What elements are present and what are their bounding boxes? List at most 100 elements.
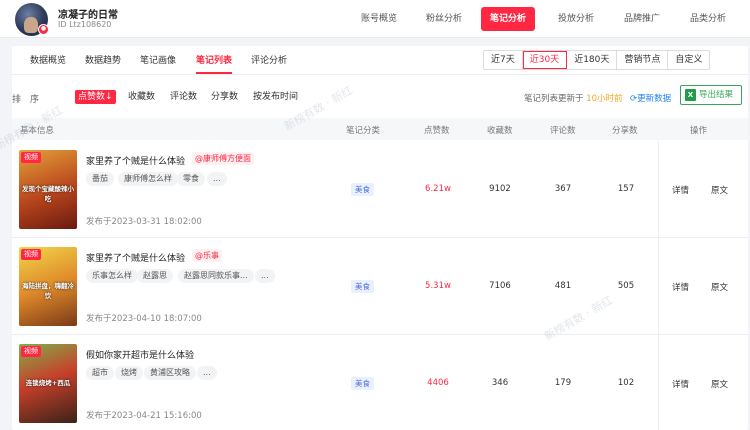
user-name: 凉凝子的日常 xyxy=(58,10,118,21)
range-180d[interactable]: 近180天 xyxy=(567,51,618,69)
shares-count: 102 xyxy=(617,378,635,388)
topic-tag[interactable]: 乐事怎么样 xyxy=(86,269,138,283)
actions-cell: 详情 原文 xyxy=(658,238,748,335)
tab-divider xyxy=(12,74,748,75)
topic-tag[interactable]: 赵露思同款乐事... xyxy=(178,269,254,283)
update-time: 10小时前 xyxy=(586,94,623,104)
favorites-count: 346 xyxy=(491,378,509,388)
tab-data-overview[interactable]: 数据概览 xyxy=(30,53,66,69)
table-row: 视频 连锁烧烤+西瓜 假如你家开超市是什么体验 超市 烧烤 黄浦区攻略 ... … xyxy=(12,335,748,430)
publish-date: 发布于2023-04-21 15:16:00 xyxy=(86,411,202,421)
nav-brand-promotion[interactable]: 品牌推广 xyxy=(615,7,669,31)
detail-link[interactable]: 详情 xyxy=(672,378,689,390)
sort-favorites[interactable]: 收藏数 xyxy=(125,90,158,104)
th-shares: 分享数 xyxy=(612,126,638,136)
video-tag: 视频 xyxy=(21,346,41,357)
likes-count: 6.21w xyxy=(425,184,451,194)
range-custom[interactable]: 自定义 xyxy=(668,51,709,69)
table-header: 基本信息 笔记分类 点赞数 收藏数 评论数 分享数 操作 xyxy=(12,118,748,140)
table-row: 视频 海陆拼盘，嗨翻冷饮 家里养了个贼是什么体验 @乐事 乐事怎么样 赵露思 赵… xyxy=(12,238,748,335)
topic-tag[interactable]: 零食 xyxy=(177,172,205,186)
range-marketing-node[interactable]: 营销节点 xyxy=(617,51,669,69)
sort-comments[interactable]: 评论数 xyxy=(167,90,200,104)
original-link[interactable]: 原文 xyxy=(711,378,728,390)
tab-data-trend[interactable]: 数据趋势 xyxy=(85,53,121,69)
nav-account-overview[interactable]: 账号概览 xyxy=(352,7,406,31)
detail-link[interactable]: 详情 xyxy=(672,184,689,196)
comments-count: 179 xyxy=(554,378,572,388)
top-header: ● 凉凝子的日常 ID Ltz108620 账号概览 粉丝分析 笔记分析 投放分… xyxy=(0,0,750,38)
nav-category-analysis[interactable]: 品类分析 xyxy=(681,7,735,31)
publish-date: 发布于2023-03-31 18:02:00 xyxy=(86,217,202,227)
note-thumbnail[interactable]: 视频 发现个宝藏酸辣小吃 xyxy=(19,150,77,229)
more-tags[interactable]: ... xyxy=(197,366,217,380)
excel-icon: X xyxy=(685,89,696,101)
update-status: 笔记列表更新于 10小时前 xyxy=(524,92,623,104)
th-favorites: 收藏数 xyxy=(487,126,513,136)
likes-count: 4406 xyxy=(427,378,449,388)
refresh-button[interactable]: ⟳更新数据 xyxy=(630,92,671,104)
favorites-count: 9102 xyxy=(489,184,511,194)
actions-cell: 详情 原文 xyxy=(658,141,748,238)
topic-tag[interactable]: 番茄 xyxy=(86,172,114,186)
comments-count: 367 xyxy=(554,184,572,194)
category-badge: 美食 xyxy=(351,183,374,196)
sort-publish-time[interactable]: 按发布时间 xyxy=(250,90,301,104)
publish-date: 发布于2023-04-10 18:07:00 xyxy=(86,314,202,324)
sort-label: 排 序 xyxy=(12,95,40,105)
update-prefix: 笔记列表更新于 xyxy=(524,94,584,104)
sort-likes[interactable]: 点赞数↓ xyxy=(75,90,116,104)
nav-fans-analysis[interactable]: 粉丝分析 xyxy=(417,7,471,31)
thumbnail-caption: 发现个宝藏酸辣小吃 xyxy=(22,185,74,203)
shares-count: 505 xyxy=(617,281,635,291)
tab-note-profile[interactable]: 笔记画像 xyxy=(140,53,176,69)
main-card: 数据概览 数据趋势 笔记画像 笔记列表 评论分析 近7天 近30天 近180天 … xyxy=(12,46,748,430)
detail-link[interactable]: 详情 xyxy=(672,281,689,293)
brand-mention[interactable]: @乐事 xyxy=(192,249,222,262)
red-badge-icon: ● xyxy=(38,24,49,35)
favorites-count: 7106 xyxy=(489,281,511,291)
shares-count: 157 xyxy=(617,184,635,194)
note-thumbnail[interactable]: 视频 海陆拼盘，嗨翻冷饮 xyxy=(19,247,77,326)
date-range-selector: 近7天 近30天 近180天 营销节点 自定义 xyxy=(483,50,711,70)
nav-ad-analysis[interactable]: 投放分析 xyxy=(549,7,603,31)
export-label: 导出结果 xyxy=(699,90,734,100)
th-category: 笔记分类 xyxy=(346,126,381,136)
th-actions: 操作 xyxy=(690,126,708,136)
table-row: 视频 发现个宝藏酸辣小吃 家里养了个贼是什么体验 @康师傅方便面 番茄 康师傅怎… xyxy=(12,141,748,238)
likes-count: 5.31w xyxy=(425,281,451,291)
tab-comment-analysis[interactable]: 评论分析 xyxy=(251,53,287,69)
comments-count: 481 xyxy=(554,281,572,291)
note-title[interactable]: 家里养了个贼是什么体验 xyxy=(86,251,185,264)
note-thumbnail[interactable]: 视频 连锁烧烤+西瓜 xyxy=(19,344,77,423)
range-30d[interactable]: 近30天 xyxy=(522,51,568,69)
more-tags[interactable]: ... xyxy=(207,172,227,186)
refresh-label: 更新数据 xyxy=(637,94,672,104)
export-button[interactable]: X 导出结果 xyxy=(680,85,742,105)
thumbnail-caption: 连锁烧烤+西瓜 xyxy=(25,379,71,387)
category-badge: 美食 xyxy=(351,280,374,293)
video-tag: 视频 xyxy=(21,152,41,163)
note-title[interactable]: 家里养了个贼是什么体验 xyxy=(86,154,185,167)
thumbnail-caption: 海陆拼盘，嗨翻冷饮 xyxy=(22,282,74,300)
topic-tag[interactable]: 赵露思 xyxy=(137,269,173,283)
th-comments: 评论数 xyxy=(550,126,576,136)
topic-tag[interactable]: 康师傅怎么样 xyxy=(118,172,178,186)
tab-note-list[interactable]: 笔记列表 xyxy=(196,53,233,74)
topic-tag[interactable]: 烧烤 xyxy=(115,366,143,380)
note-title[interactable]: 假如你家开超市是什么体验 xyxy=(86,348,194,361)
video-tag: 视频 xyxy=(21,249,41,260)
topic-tag[interactable]: 黄浦区攻略 xyxy=(144,366,196,380)
th-basic-info: 基本信息 xyxy=(20,126,55,136)
original-link[interactable]: 原文 xyxy=(711,281,728,293)
th-likes: 点赞数 xyxy=(424,126,450,136)
nav-note-analysis[interactable]: 笔记分析 xyxy=(481,7,536,31)
topic-tag[interactable]: 超市 xyxy=(86,366,114,380)
sort-shares[interactable]: 分享数 xyxy=(208,90,241,104)
original-link[interactable]: 原文 xyxy=(711,184,728,196)
actions-cell: 详情 原文 xyxy=(658,335,748,430)
brand-mention[interactable]: @康师傅方便面 xyxy=(192,152,254,165)
user-id: ID Ltz108620 xyxy=(58,20,112,29)
more-tags[interactable]: ... xyxy=(255,269,275,283)
range-7d[interactable]: 近7天 xyxy=(484,51,523,69)
